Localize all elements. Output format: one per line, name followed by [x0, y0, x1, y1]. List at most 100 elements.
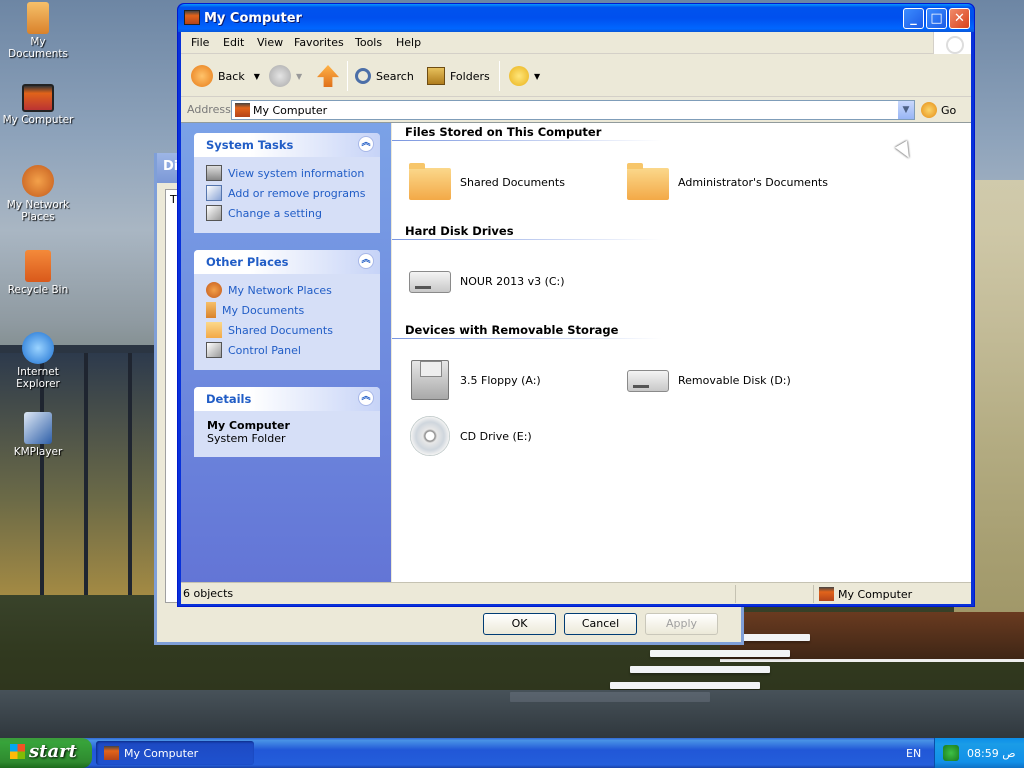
- menu-edit[interactable]: Edit: [223, 36, 244, 49]
- up-folder-button[interactable]: [317, 63, 339, 89]
- computer-icon: [22, 84, 54, 112]
- folder-icon: [408, 160, 452, 204]
- folder-icon: [206, 322, 222, 338]
- go-label: Go: [941, 103, 957, 117]
- desktop-icon-internet-explorer[interactable]: Internet Explorer: [0, 332, 76, 390]
- item-label: NOUR 2013 v3 (C:): [460, 274, 565, 288]
- menu-file[interactable]: File: [191, 36, 209, 49]
- views-button[interactable]: ▼: [509, 63, 540, 89]
- search-button[interactable]: Search: [355, 63, 414, 89]
- windows-logo-icon: [933, 32, 971, 54]
- item-label: Administrator's Documents: [678, 175, 828, 189]
- start-label: start: [29, 741, 77, 762]
- status-object-count: 6 objects: [183, 587, 234, 600]
- my-computer-window[interactable]: My Computer _ □ ✕ File Edit View Favorit…: [177, 3, 975, 607]
- apply-button[interactable]: Apply: [645, 613, 718, 635]
- task-pane: System Tasks ︽ View system information A…: [181, 123, 391, 582]
- collapse-chevron-icon[interactable]: ︽: [358, 136, 374, 152]
- group-header-hard-disks: Hard Disk Drives: [405, 224, 514, 238]
- group-header-files-stored: Files Stored on This Computer: [405, 125, 602, 139]
- item-label: Shared Documents: [460, 175, 565, 189]
- collapse-chevron-icon[interactable]: ︽: [358, 253, 374, 269]
- ok-button[interactable]: OK: [483, 613, 556, 635]
- collapse-chevron-icon[interactable]: ︽: [358, 390, 374, 406]
- menu-favorites[interactable]: Favorites: [294, 36, 344, 49]
- taskbar-button-my-computer[interactable]: My Computer: [96, 741, 254, 765]
- up-arrow-icon: [317, 65, 339, 87]
- taskbar-button-label: My Computer: [124, 746, 199, 760]
- panel-title: Other Places: [206, 255, 289, 269]
- panel-header[interactable]: Other Places ︽: [194, 250, 380, 274]
- status-location: My Computer: [819, 587, 912, 601]
- desktop-icon-label: My Computer: [2, 114, 74, 126]
- maximize-button[interactable]: □: [926, 8, 947, 29]
- kmplayer-icon: [24, 412, 52, 444]
- item-drive-c[interactable]: NOUR 2013 v3 (C:): [408, 257, 618, 305]
- network-icon: [22, 165, 54, 197]
- cancel-button[interactable]: Cancel: [564, 613, 637, 635]
- minimize-button[interactable]: _: [903, 8, 924, 29]
- floppy-disk-icon: [408, 358, 452, 402]
- computer-icon: [184, 10, 200, 25]
- menu-view[interactable]: View: [257, 36, 283, 49]
- computer-icon: [819, 587, 834, 601]
- item-removable-disk-d[interactable]: Removable Disk (D:): [626, 356, 836, 404]
- control-panel-icon: [206, 342, 222, 358]
- place-shared-documents[interactable]: Shared Documents: [206, 320, 368, 340]
- item-administrators-documents[interactable]: Administrator's Documents: [626, 158, 836, 206]
- chevron-down-icon[interactable]: ▼: [254, 72, 260, 81]
- close-button[interactable]: ✕: [949, 8, 970, 29]
- desktop-icon-network[interactable]: My Network Places: [0, 165, 76, 223]
- place-label: Shared Documents: [228, 323, 333, 337]
- start-button[interactable]: start: [0, 738, 92, 768]
- chevron-down-icon[interactable]: ▼: [534, 72, 540, 81]
- folders-button[interactable]: Folders: [427, 63, 490, 89]
- desktop-icon-my-computer[interactable]: My Computer: [0, 84, 76, 126]
- removable-disk-icon: [626, 358, 670, 402]
- place-my-documents[interactable]: My Documents: [206, 300, 368, 320]
- clock[interactable]: 08:59 ص: [967, 747, 1016, 760]
- place-label: My Documents: [222, 303, 305, 317]
- go-button[interactable]: Go: [921, 102, 956, 118]
- add-remove-programs-icon: [206, 185, 222, 201]
- status-bar: 6 objects My Computer: [181, 582, 971, 604]
- item-cd-drive-e[interactable]: CD Drive (E:): [408, 412, 618, 460]
- item-shared-documents[interactable]: Shared Documents: [408, 158, 618, 206]
- place-label: My Network Places: [228, 283, 332, 297]
- folder-documents-icon: [27, 2, 49, 34]
- task-add-remove-programs[interactable]: Add or remove programs: [206, 183, 368, 203]
- task-view-system-info[interactable]: View system information: [206, 163, 368, 183]
- forward-button[interactable]: ▼: [269, 63, 302, 89]
- desktop-icon-my-documents[interactable]: My Documents: [0, 2, 76, 60]
- chevron-down-icon[interactable]: ▼: [296, 72, 302, 81]
- folders-label: Folders: [450, 69, 490, 83]
- computer-icon: [235, 103, 250, 117]
- file-list-pane: Files Stored on This Computer Shared Doc…: [392, 123, 971, 582]
- system-info-icon: [206, 165, 222, 181]
- item-floppy-a[interactable]: 3.5 Floppy (A:): [408, 356, 618, 404]
- address-dropdown-button[interactable]: ▼: [897, 101, 914, 119]
- desktop-icon-label: Recycle Bin: [7, 284, 69, 296]
- place-control-panel[interactable]: Control Panel: [206, 340, 368, 360]
- panel-header[interactable]: Details ︽: [194, 387, 380, 411]
- desktop-icon-label: My Network Places: [6, 199, 70, 223]
- panel-header[interactable]: System Tasks ︽: [194, 133, 380, 157]
- window-client: File Edit View Favorites Tools Help Back…: [181, 32, 971, 604]
- forward-arrow-icon: [269, 65, 291, 87]
- language-indicator[interactable]: EN: [906, 747, 921, 760]
- desktop-icon-recycle-bin[interactable]: Recycle Bin: [0, 250, 76, 296]
- task-change-setting[interactable]: Change a setting: [206, 203, 368, 223]
- system-tray: 08:59 ص: [934, 738, 1024, 768]
- tray-app-icon[interactable]: [943, 745, 959, 761]
- window-titlebar[interactable]: My Computer _ □ ✕: [178, 4, 974, 32]
- desktop-icon-label: My Documents: [8, 36, 68, 60]
- back-label: Back: [218, 69, 245, 83]
- back-button[interactable]: Back ▼: [191, 63, 260, 89]
- desktop-icon-kmplayer[interactable]: KMPlayer: [0, 412, 76, 458]
- menu-tools[interactable]: Tools: [355, 36, 382, 49]
- address-field[interactable]: My Computer ▼: [231, 100, 915, 120]
- network-icon: [206, 282, 222, 298]
- menu-help[interactable]: Help: [396, 36, 421, 49]
- windows-logo-icon: [10, 744, 25, 759]
- place-network-places[interactable]: My Network Places: [206, 280, 368, 300]
